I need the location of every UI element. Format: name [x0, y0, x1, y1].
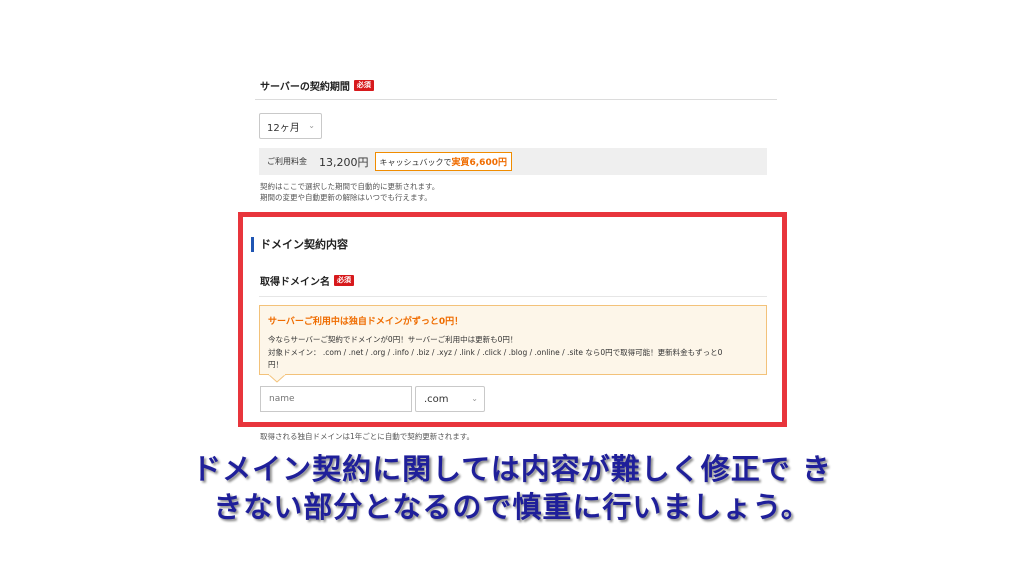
contract-period-select[interactable]: 12ヶ月 ⌄	[259, 113, 322, 139]
info-box-pointer	[268, 374, 286, 383]
caption-line2: きない部分となるので慎重に行いましょう。	[213, 490, 811, 524]
domain-heading-text: ドメイン契約内容	[260, 238, 348, 251]
contract-period-select-value: 12ヶ月	[267, 122, 300, 134]
contract-period-label: サーバーの契約期間	[260, 82, 350, 93]
contract-note-line2: 期間の変更や自動更新の解除はいつでも行えます。	[260, 193, 432, 202]
heading-accent-bar	[251, 236, 254, 252]
domain-section-heading: ドメイン契約内容	[251, 236, 348, 252]
required-badge: 必須	[334, 275, 354, 286]
free-domain-info-title: サーバーご利用中は独自ドメインがずっと0円！	[268, 317, 464, 327]
price-value: 13,200円	[319, 155, 369, 169]
section-divider	[255, 99, 777, 100]
free-domain-info-line3: 円！	[268, 360, 283, 369]
tld-select-value: .com	[424, 393, 449, 405]
domain-renewal-note: 取得される独自ドメインは1年ごとに自動で契約更新されます。	[260, 432, 475, 441]
domain-field-label-text: 取得ドメイン名	[260, 277, 330, 288]
cashback-value: 実質6,600円	[451, 158, 507, 168]
caption-line1: ドメイン契約に関しては内容が難しく修正で き	[192, 452, 832, 486]
contract-note-line1: 契約はここで選択した期間で自動的に更新されます。	[260, 182, 440, 191]
required-badge: 必須	[353, 80, 374, 91]
chevron-down-icon: ⌄	[471, 394, 478, 404]
domain-field-label: 取得ドメイン名 必須	[260, 273, 354, 288]
cashback-prefix: キャッシュバックで	[379, 158, 452, 167]
free-domain-info-line2: 対象ドメイン： .com / .net / .org / .info / .bi…	[268, 348, 723, 357]
tld-select[interactable]: .com ⌄	[415, 386, 485, 412]
price-label: ご利用料金	[267, 157, 307, 166]
price-summary: ご利用料金 13,200円 キャッシュバックで実質6,600円	[259, 148, 767, 175]
field-divider	[259, 296, 767, 297]
chevron-down-icon: ⌄	[308, 121, 315, 131]
contract-period-title: サーバーの契約期間 必須	[260, 78, 374, 93]
cashback-badge: キャッシュバックで実質6,600円	[374, 152, 512, 171]
domain-name-input[interactable]	[260, 386, 412, 412]
free-domain-info-line1: 今ならサーバーご契約でドメインが0円！サーバーご利用中は更新も0円！	[268, 335, 518, 344]
